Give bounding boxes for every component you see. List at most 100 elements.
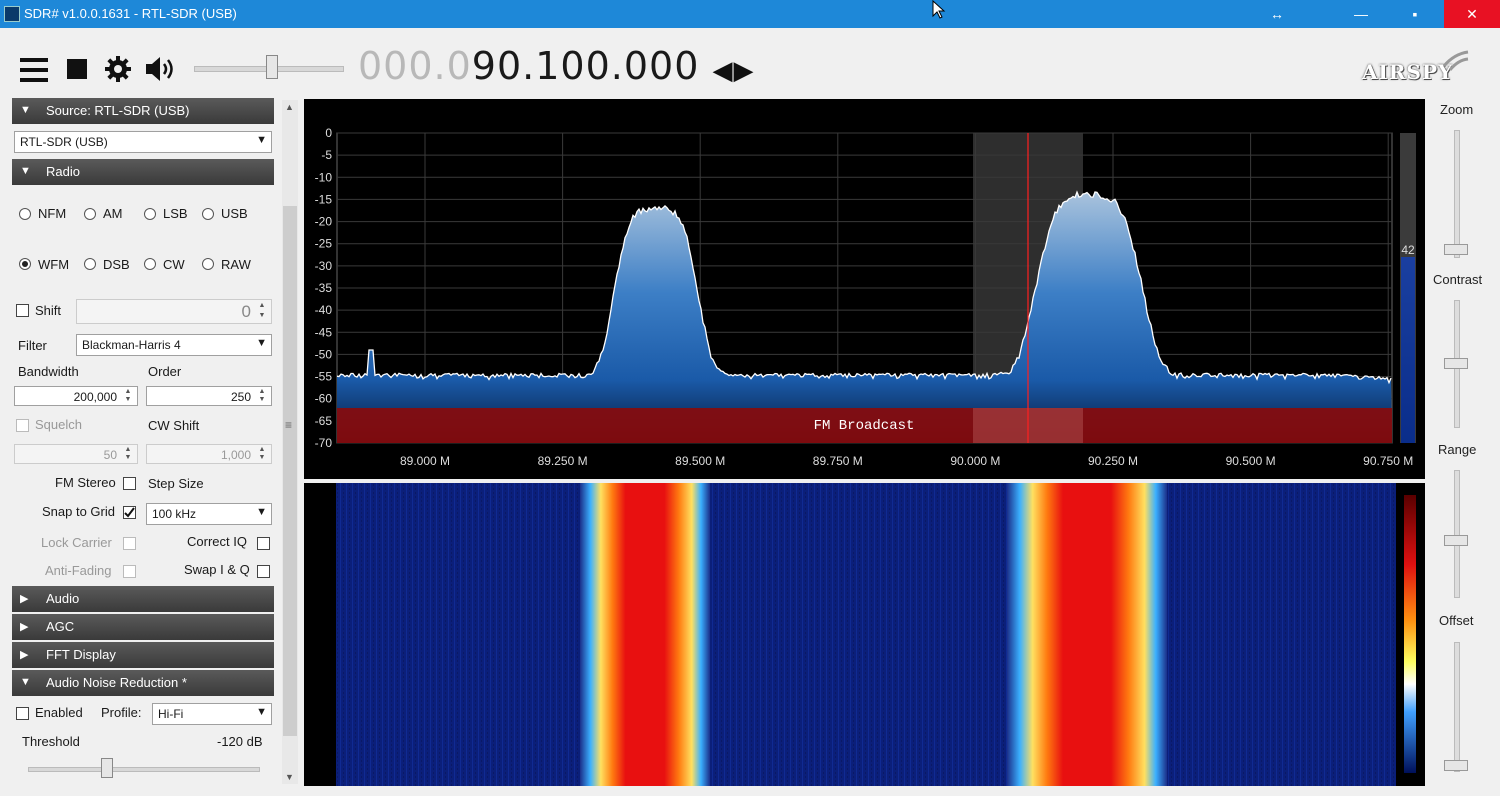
scroll-up-icon[interactable]: ▲ <box>285 102 294 112</box>
collapse-arrow-icon: ▼ <box>20 165 31 177</box>
squelch-checkbox[interactable] <box>16 419 29 432</box>
radio-nfm[interactable] <box>19 208 31 220</box>
y-tick-label: -65 <box>315 414 333 428</box>
frequency-display[interactable]: 000.090.100.000 ◀▶ <box>358 44 754 88</box>
zoom-slider-thumb[interactable] <box>1444 244 1468 255</box>
waterfall-noise-floor <box>336 483 1396 786</box>
radio-nfm-label: NFM <box>38 206 67 221</box>
bandwidth-label: Bandwidth <box>18 364 79 379</box>
frequency-digits[interactable]: 90.100.000 <box>472 44 700 88</box>
minimize-button[interactable]: — <box>1338 0 1384 28</box>
radio-raw-label: RAW <box>221 257 251 272</box>
close-button[interactable]: ✕ <box>1444 0 1500 28</box>
radio-section-header[interactable]: ▼ Radio <box>12 159 274 185</box>
frequency-step-arrows[interactable]: ◀▶ <box>712 56 754 86</box>
anti-fading-label: Anti-Fading <box>45 563 112 578</box>
x-tick-label: 90.250 M <box>1088 454 1138 468</box>
squelch-value: 50 <box>103 448 117 462</box>
threshold-slider-track[interactable] <box>28 767 260 772</box>
audio-section-header[interactable]: ▶ Audio <box>12 586 274 612</box>
source-select[interactable]: RTL-SDR (USB) ▼ <box>14 131 272 153</box>
radio-lsb[interactable] <box>144 208 156 220</box>
range-slider-track[interactable] <box>1454 470 1460 598</box>
bandwidth-input[interactable]: 200,000 ▲ ▼ <box>14 386 138 406</box>
radio-am[interactable] <box>84 208 96 220</box>
spinner-icon[interactable]: ▲ ▼ <box>255 388 269 404</box>
radio-raw[interactable] <box>202 258 214 270</box>
agc-section-header[interactable]: ▶ AGC <box>12 614 274 640</box>
squelch-label: Squelch <box>35 417 82 432</box>
spinner-icon[interactable]: ▲ ▼ <box>121 388 135 404</box>
bandwidth-value: 200,000 <box>73 390 117 404</box>
maximize-button[interactable]: ▪ <box>1392 0 1438 28</box>
swap-iq-checkbox[interactable] <box>257 565 270 578</box>
frequency-leading-digits[interactable]: 000.0 <box>358 44 472 88</box>
volume-slider-thumb[interactable] <box>266 55 278 79</box>
squelch-input[interactable]: 50 ▲ ▼ <box>14 444 138 464</box>
offset-slider-thumb[interactable] <box>1444 760 1468 771</box>
checkmark-icon <box>124 507 135 518</box>
spinner-icon[interactable]: ▲ ▼ <box>255 446 269 462</box>
stop-icon[interactable] <box>66 58 88 80</box>
splitter-grip-icon[interactable]: ≡ <box>285 418 292 432</box>
gear-icon[interactable] <box>104 55 132 83</box>
correct-iq-label: Correct IQ <box>187 534 247 549</box>
y-tick-label: 0 <box>325 126 332 140</box>
radio-wfm[interactable] <box>19 258 31 270</box>
step-size-select[interactable]: 100 kHz ▼ <box>146 503 272 525</box>
chevron-down-icon: ▼ <box>256 337 267 349</box>
mouse-cursor-icon <box>932 0 946 19</box>
snap-to-grid-checkbox[interactable] <box>123 506 136 519</box>
spinner-icon[interactable]: ▲ ▼ <box>255 301 269 323</box>
fft-display-section-header[interactable]: ▶ FFT Display <box>12 642 274 668</box>
zoom-slider-track[interactable] <box>1454 130 1460 258</box>
order-input[interactable]: 250 ▲ ▼ <box>146 386 272 406</box>
radio-dsb[interactable] <box>84 258 96 270</box>
resize-icon[interactable]: ↔ <box>1254 0 1300 28</box>
agc-header-label: AGC <box>46 619 75 634</box>
shift-input[interactable]: 0 ▲ ▼ <box>76 299 272 324</box>
anr-profile-select[interactable]: Hi-Fi ▼ <box>152 703 272 725</box>
filter-select-value: Blackman-Harris 4 <box>82 338 181 352</box>
spectrum-analyzer[interactable]: FM Broadcast 0 -5 -10 -15 -20 -25 -30 -35 -40 -45… <box>304 99 1425 479</box>
source-select-value: RTL-SDR (USB) <box>20 135 108 149</box>
y-tick-label: -70 <box>315 436 333 450</box>
left-panel-scrollbar[interactable]: ▲ ▼ <box>282 100 298 784</box>
range-slider-thumb[interactable] <box>1444 535 1468 546</box>
filter-select[interactable]: Blackman-Harris 4 ▼ <box>76 334 272 356</box>
anti-fading-checkbox[interactable] <box>123 565 136 578</box>
offset-slider-track[interactable] <box>1454 642 1460 772</box>
title-bar[interactable]: SDR# v1.0.0.1631 - RTL-SDR (USB) ↔ — ▪ ✕ <box>0 0 1500 28</box>
source-header-label: Source: RTL-SDR (USB) <box>46 103 190 118</box>
filter-label: Filter <box>18 338 47 353</box>
source-section-header[interactable]: ▼ Source: RTL-SDR (USB) <box>12 98 274 124</box>
cw-shift-input[interactable]: 1,000 ▲ ▼ <box>146 444 272 464</box>
spinner-icon[interactable]: ▲ ▼ <box>121 446 135 462</box>
contrast-slider-thumb[interactable] <box>1444 358 1468 369</box>
threshold-slider-thumb[interactable] <box>101 758 113 778</box>
scroll-down-icon[interactable]: ▼ <box>285 772 294 782</box>
cw-shift-value: 1,000 <box>220 448 251 462</box>
noise-reduction-section-header[interactable]: ▼ Audio Noise Reduction * <box>12 670 274 696</box>
cw-shift-label: CW Shift <box>148 418 200 433</box>
scrollbar-thumb[interactable] <box>283 206 297 736</box>
radio-cw-label: CW <box>163 257 185 272</box>
waterfall-plot[interactable] <box>304 483 1425 786</box>
lock-carrier-checkbox[interactable] <box>123 537 136 550</box>
radio-usb-label: USB <box>221 206 248 221</box>
anr-enabled-checkbox[interactable] <box>16 707 29 720</box>
speaker-icon[interactable] <box>144 55 178 83</box>
fm-stereo-label: FM Stereo <box>55 475 116 490</box>
fm-stereo-checkbox[interactable] <box>123 477 136 490</box>
range-label: Range <box>1438 442 1477 457</box>
hamburger-icon[interactable] <box>18 56 50 84</box>
correct-iq-checkbox[interactable] <box>257 537 270 550</box>
shift-checkbox[interactable] <box>16 304 29 317</box>
x-tick-label: 89.000 M <box>400 454 450 468</box>
swap-iq-label: Swap I & Q <box>184 562 250 577</box>
radio-cw[interactable] <box>144 258 156 270</box>
spectrum-plot[interactable]: FM Broadcast 0 -5 -10 -15 -20 -25 -30 -35 -40 -45… <box>304 99 1425 479</box>
radio-usb[interactable] <box>202 208 214 220</box>
x-tick-label: 89.500 M <box>675 454 725 468</box>
waterfall-display[interactable] <box>304 483 1425 786</box>
